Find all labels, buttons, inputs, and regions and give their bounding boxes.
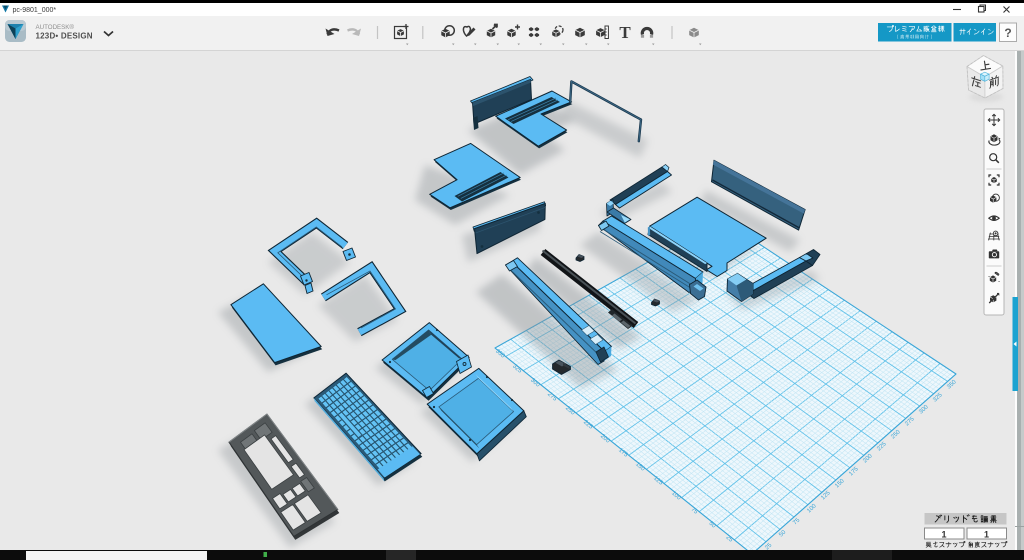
svg-text:50: 50 <box>778 529 787 538</box>
svg-text:pc-9801_000*: pc-9801_000* <box>13 7 57 14</box>
svg-text:75: 75 <box>792 517 801 526</box>
svg-text:1: 1 <box>941 530 946 540</box>
svg-text:1: 1 <box>984 530 989 540</box>
svg-text:AUTODESK®: AUTODESK® <box>36 24 75 31</box>
svg-text:123D• DESIGN: 123D• DESIGN <box>36 32 93 41</box>
svg-text:?: ? <box>1004 26 1011 40</box>
svg-text:T: T <box>619 23 631 42</box>
